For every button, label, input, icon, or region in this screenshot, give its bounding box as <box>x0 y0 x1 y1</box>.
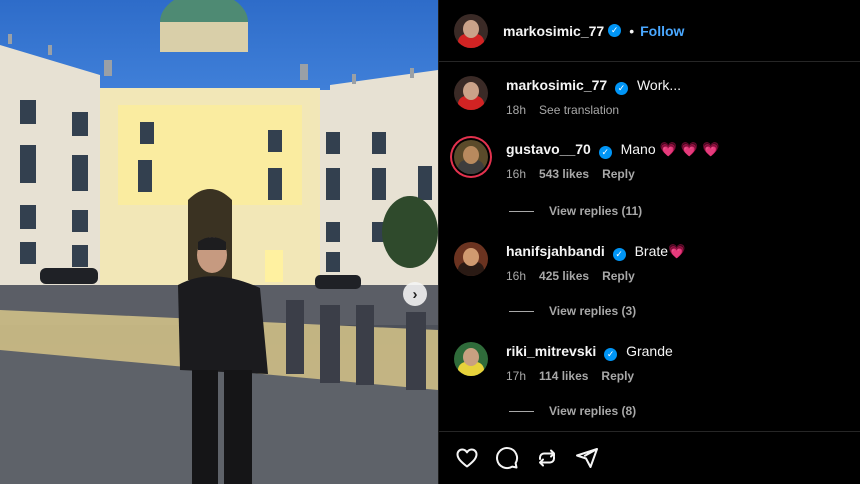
author-username[interactable]: markosimic_77 <box>503 23 604 39</box>
avatar[interactable] <box>454 342 488 376</box>
list-item: gustavo__70 ✓ Mano 💗 💗 💗 16h 543 likes R… <box>454 140 720 181</box>
comment-text: Mano <box>620 141 656 157</box>
reply-button[interactable]: Reply <box>602 269 635 283</box>
comment-text: Grande <box>626 343 673 359</box>
divider <box>509 410 534 412</box>
comment-username[interactable]: riki_mitrevski <box>506 343 596 359</box>
comment-time: 16h <box>506 166 527 181</box>
view-replies-button[interactable]: View replies (11) <box>509 204 642 218</box>
heart-emoji: 💗 💗 💗 <box>659 141 720 157</box>
comments-panel: markosimic_77 ✓ • Follow markosimic_77 ✓… <box>438 0 860 484</box>
heart-emoji: 💗 <box>668 243 686 259</box>
avatar[interactable] <box>454 76 488 110</box>
likes-count[interactable]: 543 likes <box>539 167 589 181</box>
comment-time: 18h <box>506 102 527 117</box>
share-icon[interactable] <box>575 446 599 470</box>
avatar[interactable] <box>454 242 488 276</box>
divider <box>509 210 534 212</box>
heart-icon[interactable] <box>455 446 479 470</box>
chevron-right-icon: › <box>412 285 418 303</box>
post-action-bar <box>439 431 860 484</box>
comment-username[interactable]: gustavo__70 <box>506 141 591 157</box>
post-photo[interactable]: › <box>0 0 438 484</box>
comment-time: 17h <box>506 368 527 383</box>
repost-icon[interactable] <box>535 446 559 470</box>
likes-count[interactable]: 425 likes <box>539 269 589 283</box>
verified-badge-icon: ✓ <box>608 24 622 37</box>
verified-badge-icon: ✓ <box>598 145 612 159</box>
view-replies-button[interactable]: View replies (3) <box>509 304 636 318</box>
comment-username[interactable]: hanifsjahbandi <box>506 243 605 259</box>
avatar[interactable] <box>454 13 488 48</box>
verified-badge-icon: ✓ <box>612 247 626 261</box>
see-translation-link[interactable]: See translation <box>539 103 619 117</box>
list-item: markosimic_77 ✓ Work... 18h See translat… <box>454 76 681 117</box>
view-replies-label: View replies (3) <box>549 304 637 318</box>
reply-button[interactable]: Reply <box>601 369 634 383</box>
comment-text: Brate <box>634 243 669 259</box>
comment-time: 16h <box>506 268 527 283</box>
comment-text: Work... <box>636 77 682 93</box>
verified-badge-icon: ✓ <box>604 347 618 361</box>
post-header: markosimic_77 ✓ • Follow <box>439 0 860 62</box>
next-photo-button[interactable]: › <box>403 282 427 306</box>
divider <box>509 310 534 312</box>
likes-count[interactable]: 114 likes <box>539 369 588 383</box>
reply-button[interactable]: Reply <box>602 167 635 181</box>
view-replies-button[interactable]: View replies (8) <box>509 404 636 418</box>
verified-badge-icon: ✓ <box>615 81 629 95</box>
photo-illustration <box>0 0 438 484</box>
view-replies-label: View replies (11) <box>549 204 643 218</box>
list-item: hanifsjahbandi ✓ Brate💗 16h 425 likes Re… <box>454 242 685 283</box>
view-replies-label: View replies (8) <box>549 404 637 418</box>
list-item: riki_mitrevski ✓ Grande 17h 114 likes Re… <box>454 342 673 383</box>
follow-button[interactable]: Follow <box>640 23 684 39</box>
separator-dot: • <box>629 22 635 39</box>
avatar[interactable] <box>454 140 488 174</box>
comment-icon[interactable] <box>495 446 519 470</box>
comment-username[interactable]: markosimic_77 <box>506 77 607 93</box>
